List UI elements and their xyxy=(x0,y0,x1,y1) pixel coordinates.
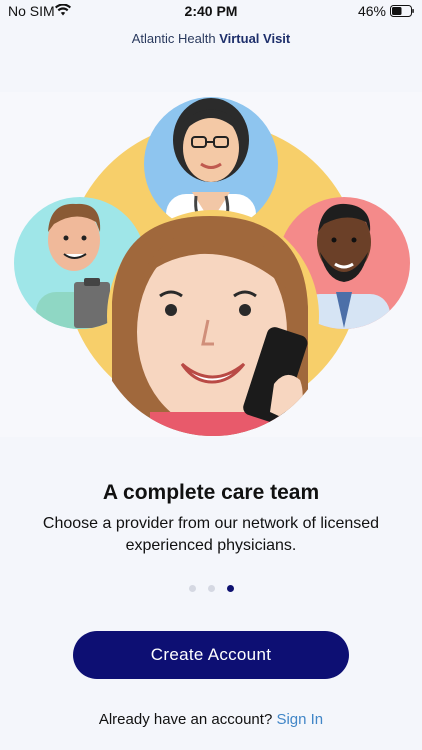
battery-icon xyxy=(390,5,414,17)
signin-row: Already have an account? Sign In xyxy=(0,711,422,728)
page-dot-2[interactable] xyxy=(207,585,215,592)
brand-name: Atlantic Health xyxy=(131,31,216,46)
app-brand-header: Atlantic Health Virtual Visit xyxy=(0,31,422,46)
create-account-button[interactable]: Create Account xyxy=(73,631,349,679)
signin-prompt: Already have an account? xyxy=(98,711,273,728)
page-indicator[interactable] xyxy=(0,579,422,592)
page-dot-1[interactable] xyxy=(188,585,196,592)
sign-in-link[interactable]: Sign In xyxy=(276,711,323,728)
page-dot-3-active[interactable] xyxy=(226,585,234,592)
brand-product: Virtual Visit xyxy=(219,31,291,46)
slide-title: A complete care team xyxy=(102,481,320,504)
care-team-illustration xyxy=(0,92,422,437)
patient-avatar-center xyxy=(107,210,319,436)
status-bar: No SIM 2:40 PM 46% xyxy=(0,0,422,24)
battery-percent: 46% xyxy=(357,3,386,19)
slide-description: Choose a provider from our network of li… xyxy=(42,515,380,554)
